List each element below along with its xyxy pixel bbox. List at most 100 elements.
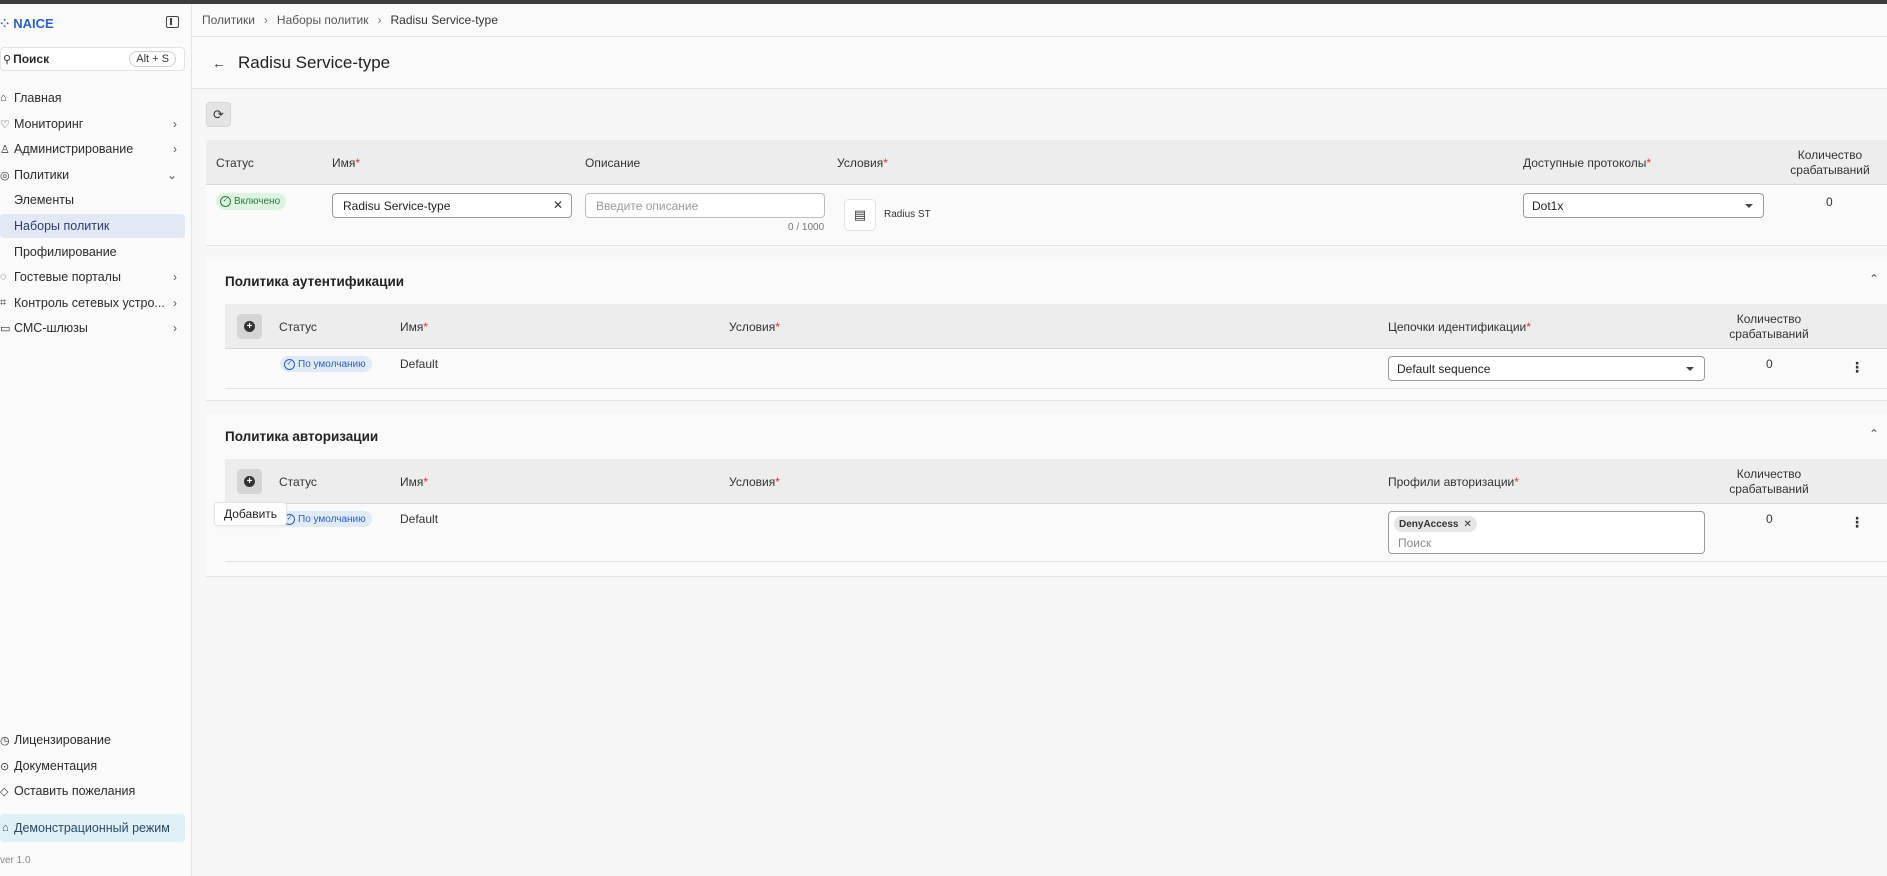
sidebar-subitem-profiling[interactable]: Профилирование xyxy=(0,240,185,264)
breadcrumb-policy-sets[interactable]: Наборы политик xyxy=(277,13,369,27)
logo-icon: ⁘ xyxy=(0,17,10,30)
protocol-value: Dot1x xyxy=(1532,198,1564,213)
authz-policy-row: ✓ По умолчанию Default DenyAccess ✕ Поис… xyxy=(225,504,1887,562)
policy-icon: ◎ xyxy=(0,169,10,182)
sidebar-search[interactable]: ⚲ Поиск Alt + S xyxy=(0,47,185,71)
page-header: ← Radisu Service-type xyxy=(192,37,1887,89)
chevron-right-icon: › xyxy=(263,13,268,27)
sidebar-item-licensing[interactable]: ◷ Лицензирование xyxy=(0,728,185,752)
column-protocols: Доступные протоколы* xyxy=(1523,156,1652,170)
column-hits: Количество срабатываний xyxy=(1729,312,1809,341)
chevron-up-icon[interactable]: ⌃ xyxy=(1869,272,1879,286)
app-logo[interactable]: ⁘ NAICE xyxy=(0,14,54,32)
demo-mode-button[interactable]: ⌂ Демонстрационный режим xyxy=(0,814,185,842)
profiles-multiselect[interactable]: DenyAccess ✕ Поиск xyxy=(1388,511,1705,554)
condition-icon[interactable]: ▤ xyxy=(844,199,876,231)
add-auth-rule-button[interactable]: + xyxy=(237,314,262,339)
remove-chip-icon[interactable]: ✕ xyxy=(1463,519,1471,530)
more-options-icon[interactable]: ⋮ xyxy=(1850,514,1864,531)
sidebar-item-label: Элементы xyxy=(14,193,74,207)
chevron-down-icon: ⌄ xyxy=(166,168,177,182)
feedback-icon: ◇ xyxy=(0,785,9,798)
column-status: Статус xyxy=(279,475,317,489)
sidebar-item-administration[interactable]: ♙ Администрирование › xyxy=(0,137,185,161)
sidebar-item-label: Главная xyxy=(14,91,62,105)
page-title: Radisu Service-type xyxy=(238,52,391,72)
license-icon: ◷ xyxy=(0,734,10,747)
description-field[interactable]: Введите описание xyxy=(585,193,825,218)
device-icon: ⌗ xyxy=(0,296,7,309)
profiles-search-placeholder[interactable]: Поиск xyxy=(1398,536,1431,550)
clear-icon[interactable]: ✕ xyxy=(553,198,563,212)
description-counter: 0 / 1000 xyxy=(788,222,825,233)
plus-circle-icon: + xyxy=(244,321,255,332)
auth-policy-title: Политика аутентификации xyxy=(225,274,405,289)
plus-circle-icon: + xyxy=(244,476,255,487)
add-authz-rule-button[interactable]: + xyxy=(237,469,262,494)
auth-policy-row: ✓ По умолчанию Default Default sequence … xyxy=(225,349,1887,389)
sidebar-item-label: Мониторинг xyxy=(14,117,84,131)
policy-set-name-field[interactable]: Radisu Service-type ✕ xyxy=(332,193,572,218)
chevron-right-icon: › xyxy=(173,117,177,131)
breadcrumb-policies[interactable]: Политики xyxy=(202,13,255,27)
description-placeholder: Введите описание xyxy=(596,198,699,213)
authz-policy-section: Политика авторизации ⌃ + Статус Имя* Усл… xyxy=(206,414,1887,577)
demo-icon: ⌂ xyxy=(2,822,9,834)
sidebar-subitem-policy-sets[interactable]: Наборы политик xyxy=(0,214,185,238)
search-icon: ⚲ xyxy=(3,53,12,66)
sidebar-item-label: Оставить пожелания xyxy=(14,784,136,798)
doc-icon: ⊙ xyxy=(0,760,10,773)
demo-mode-label: Демонстрационный режим xyxy=(14,821,170,835)
sidebar-item-label: Наборы политик xyxy=(14,219,110,233)
table-icon: ▤ xyxy=(853,207,867,222)
check-circle-icon: ✓ xyxy=(284,358,295,370)
chevron-up-icon[interactable]: ⌃ xyxy=(1869,427,1879,441)
policy-set-row: ✓ Включено Radisu Service-type ✕ Введите… xyxy=(206,185,1887,246)
sidebar-item-sms-gateways[interactable]: ▭ СМС-шлюзы › xyxy=(0,316,185,340)
status-badge[interactable]: ✓ Включено xyxy=(216,193,287,210)
status-badge[interactable]: ✓ По умолчанию xyxy=(280,356,372,372)
column-status: Статус xyxy=(216,156,254,170)
sidebar-subitem-elements[interactable]: Элементы xyxy=(0,188,185,212)
sidebar-item-label: Профилирование xyxy=(14,245,117,259)
rule-name: Default xyxy=(400,357,439,371)
chain-select[interactable]: Default sequence xyxy=(1388,356,1705,381)
sidebar-item-label: Гостевые порталы xyxy=(14,270,121,284)
condition-label[interactable]: Radius ST xyxy=(884,209,931,220)
chip-label: DenyAccess xyxy=(1399,518,1459,530)
rule-name: Default xyxy=(400,512,439,526)
column-chains: Цепочки идентификации* xyxy=(1388,320,1531,334)
auth-policy-table-header: + Статус Имя* Условия* Цепочки идентифик… xyxy=(225,304,1887,349)
collapse-sidebar-icon[interactable] xyxy=(166,16,179,28)
authz-policy-title: Политика авторизации xyxy=(225,429,379,444)
sidebar-item-feedback[interactable]: ◇ Оставить пожелания xyxy=(0,779,185,803)
back-arrow-icon[interactable]: ← xyxy=(212,55,226,71)
caret-down-icon xyxy=(1686,367,1694,371)
search-label: Поиск xyxy=(13,52,50,66)
chevron-right-icon: › xyxy=(173,142,177,156)
sidebar-item-documentation[interactable]: ⊙ Документация xyxy=(0,754,185,778)
chevron-right-icon: › xyxy=(173,296,177,310)
sidebar-item-home[interactable]: ⌂ Главная xyxy=(0,86,185,110)
auth-policy-section: Политика аутентификации ⌃ + Статус Имя* … xyxy=(206,259,1887,401)
search-shortcut: Alt + S xyxy=(129,51,176,67)
app-name: NAICE xyxy=(13,15,54,31)
authz-policy-table-header: + Статус Имя* Условия* Профили авторизац… xyxy=(225,459,1887,504)
add-tooltip: Добавить xyxy=(214,502,288,526)
column-conditions: Условия* xyxy=(837,156,888,170)
chain-value: Default sequence xyxy=(1397,361,1491,376)
more-options-icon[interactable]: ⋮ xyxy=(1850,359,1864,376)
sidebar-item-guest-portals[interactable]: ◌ Гостевые порталы › xyxy=(0,265,185,289)
refresh-button[interactable]: ⟳ xyxy=(206,102,231,127)
sidebar-item-device-control[interactable]: ⌗ Контроль сетевых устро... › xyxy=(0,291,185,315)
sidebar-item-label: Документация xyxy=(14,759,98,773)
sms-icon: ▭ xyxy=(0,322,11,335)
column-hits: Количество срабатываний xyxy=(1790,148,1870,177)
column-name: Имя* xyxy=(332,156,361,170)
status-badge[interactable]: ✓ По умолчанию xyxy=(280,511,372,527)
protocol-select[interactable]: Dot1x xyxy=(1523,193,1764,218)
sidebar: ⁘ NAICE ⚲ Поиск Alt + S ⌂ Главная ♡ Мони… xyxy=(0,4,192,876)
sidebar-item-monitoring[interactable]: ♡ Мониторинг › xyxy=(0,112,185,136)
sidebar-item-policies[interactable]: ◎ Политики ⌄ xyxy=(0,163,185,187)
home-icon: ⌂ xyxy=(0,92,7,104)
